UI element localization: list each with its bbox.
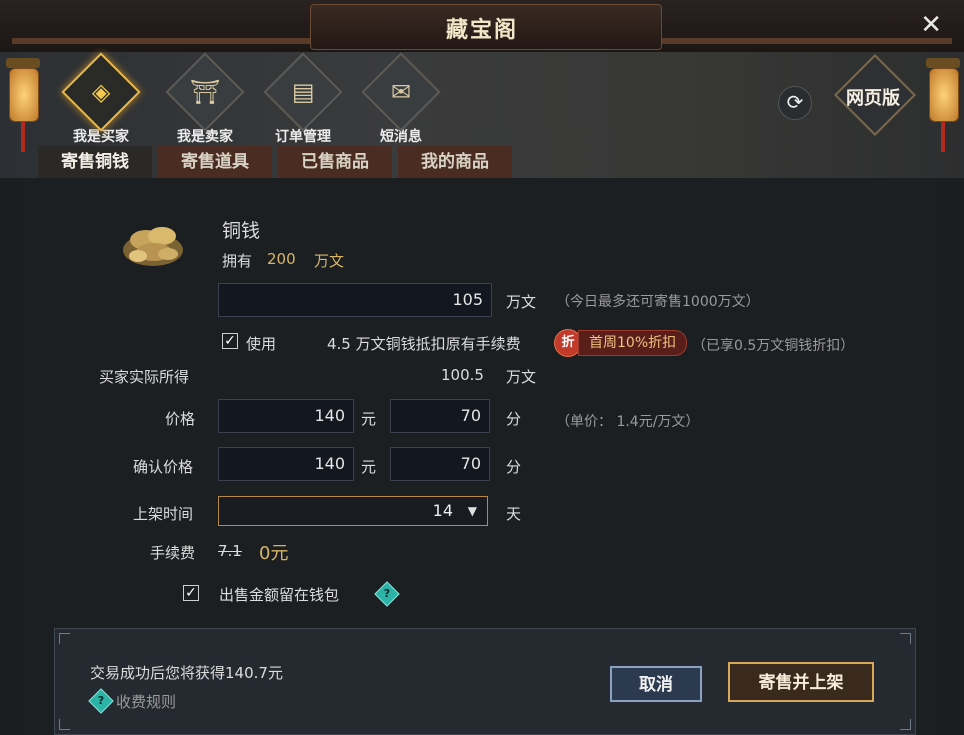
promo-badge: 折 首周10%折扣 — [554, 329, 688, 357]
refresh-icon[interactable]: ⟳ — [778, 86, 812, 120]
amount-input[interactable]: 105 — [218, 283, 492, 317]
tab-sell-items[interactable]: 寄售道具 — [158, 146, 272, 178]
buyer-gets-value: 100.5 — [441, 366, 484, 384]
book-icon: ▤ — [291, 78, 315, 106]
confirm-fen-unit: 分 — [506, 458, 522, 476]
fee-rules-link[interactable]: 收费规则 — [116, 691, 176, 712]
chevron-down-icon: ▼ — [467, 504, 477, 518]
listing-time-label: 上架时间 — [133, 505, 194, 523]
confirm-yuan-unit: 元 — [361, 458, 377, 476]
price-label: 价格 — [165, 410, 196, 428]
owned-value: 200 — [267, 250, 296, 268]
listing-time-value: 14 — [432, 501, 453, 520]
fee-current: 0元 — [259, 543, 289, 564]
tab-sell-coins[interactable]: 寄售铜钱 — [38, 146, 152, 180]
item-name: 铜钱 — [222, 220, 261, 242]
tab-sold-goods[interactable]: 已售商品 — [278, 146, 392, 178]
use-coin-checkbox[interactable]: ✓ — [222, 333, 238, 349]
keep-in-wallet-checkbox[interactable]: ✓ — [183, 585, 199, 601]
listing-time-select[interactable]: 14 ▼ — [218, 496, 488, 526]
nav-orders-frame: ▤ — [263, 52, 343, 132]
web-version-button[interactable]: 网页版 — [830, 53, 917, 137]
sell-and-list-button[interactable]: 寄售并上架 — [728, 662, 874, 702]
nav-buyer[interactable]: ◈ 我是买家 — [61, 52, 141, 146]
price-yuan-input[interactable]: 140 — [218, 399, 354, 433]
unit-price-hint: （单价： 1.4元/万文） — [556, 414, 700, 430]
fee-original: 7.1 — [218, 542, 242, 560]
use-coin-desc: 4.5 万文铜钱抵扣原有手续费 — [327, 335, 521, 353]
promo-text: 首周10%折扣 — [578, 330, 688, 356]
price-fen-input[interactable]: 70 — [390, 399, 490, 433]
nav-messages[interactable]: ✉ 短消息 — [361, 52, 441, 146]
amount-unit: 万文 — [506, 293, 537, 311]
owned-unit: 万文 — [314, 252, 345, 270]
nav-orders[interactable]: ▤ 订单管理 — [263, 52, 343, 146]
nav-buyer-frame: ◈ — [61, 52, 141, 132]
price-yuan-unit: 元 — [361, 410, 377, 428]
coin-icon: ◈ — [91, 78, 111, 106]
stall-icon: ⛩ — [189, 78, 221, 106]
title-bar: 藏宝阁 ✕ — [0, 0, 964, 54]
price-fen-unit: 分 — [506, 410, 522, 428]
close-icon[interactable]: ✕ — [920, 12, 942, 38]
treasure-pavilion-window: 藏宝阁 ✕ ◈ 我是买家 ⛩ 我是卖家 ▤ 订单管理 ✉ 短消息 ⟳ 网页版 寄… — [0, 0, 964, 735]
fee-label: 手续费 — [150, 544, 196, 562]
lantern-left-icon — [6, 58, 40, 158]
listing-time-unit: 天 — [506, 505, 522, 523]
earnings-summary: 交易成功后您将获得140.7元 — [90, 664, 283, 682]
use-coin-label: 使用 — [246, 335, 277, 353]
envelope-icon: ✉ — [390, 77, 412, 106]
confirm-price-label: 确认价格 — [133, 458, 194, 476]
web-version-label: 网页版 — [846, 88, 900, 109]
owned-label: 拥有 — [222, 252, 253, 270]
confirm-yuan-input[interactable]: 140 — [218, 447, 354, 481]
tab-my-goods[interactable]: 我的商品 — [398, 146, 512, 178]
lantern-right-icon — [926, 58, 960, 158]
promo-note: （已享0.5万文铜钱折扣） — [692, 338, 855, 354]
buyer-gets-label: 买家实际所得 — [99, 368, 190, 386]
keep-in-wallet-label: 出售金额留在钱包 — [219, 586, 340, 604]
copper-coins-icon — [123, 227, 183, 266]
confirm-fen-input[interactable]: 70 — [390, 447, 490, 481]
nav-messages-frame: ✉ — [361, 52, 441, 132]
window-title: 藏宝阁 — [445, 17, 518, 43]
cancel-button[interactable]: 取消 — [610, 666, 702, 702]
nav-seller[interactable]: ⛩ 我是卖家 — [165, 52, 245, 146]
nav-seller-frame: ⛩ — [165, 52, 245, 132]
buyer-gets-unit: 万文 — [506, 368, 537, 386]
tab-bar: 寄售铜钱 寄售道具 已售商品 我的商品 — [38, 146, 512, 180]
daily-limit-hint: （今日最多还可寄售1000万文） — [556, 294, 760, 310]
